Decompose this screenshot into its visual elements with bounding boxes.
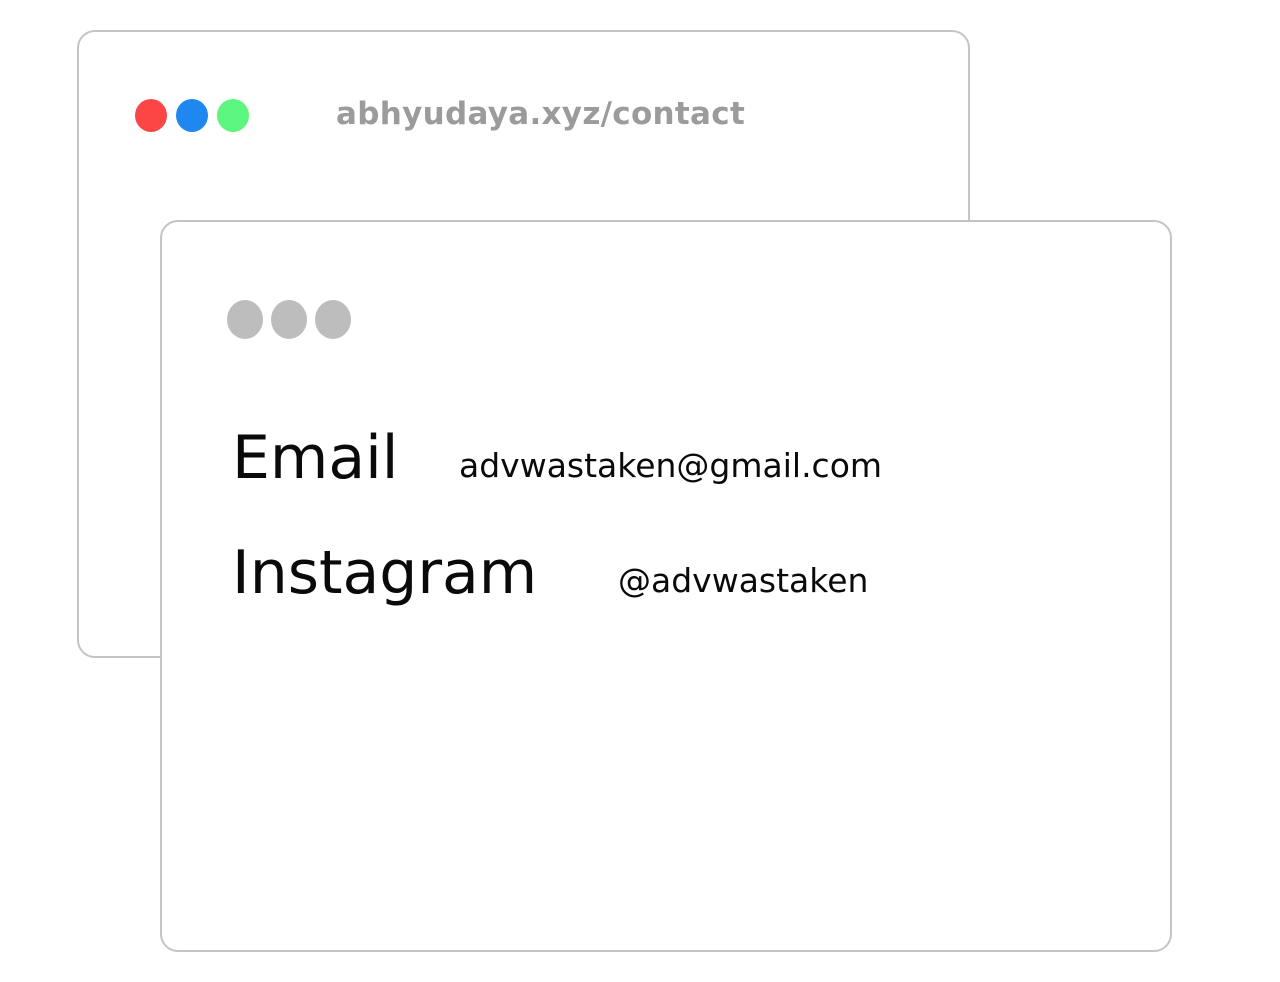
window-controls	[135, 99, 258, 132]
email-address-link[interactable]: advwastaken@gmail.com	[459, 449, 882, 482]
close-dot-icon[interactable]	[135, 99, 167, 132]
instagram-label: Instagram	[232, 538, 538, 608]
minimize-dot-icon[interactable]	[176, 99, 208, 132]
url-address[interactable]: abhyudaya.xyz/contact	[336, 96, 745, 132]
email-label: Email	[232, 423, 399, 493]
front-browser-window: Email advwastaken@gmail.com Instagram @a…	[160, 220, 1172, 952]
window-controls-inactive	[227, 300, 359, 339]
minimize-dot-icon[interactable]	[271, 300, 307, 339]
instagram-handle-link[interactable]: @advwastaken	[618, 564, 868, 597]
maximize-dot-icon[interactable]	[217, 99, 249, 132]
close-dot-icon[interactable]	[227, 300, 263, 339]
maximize-dot-icon[interactable]	[315, 300, 351, 339]
